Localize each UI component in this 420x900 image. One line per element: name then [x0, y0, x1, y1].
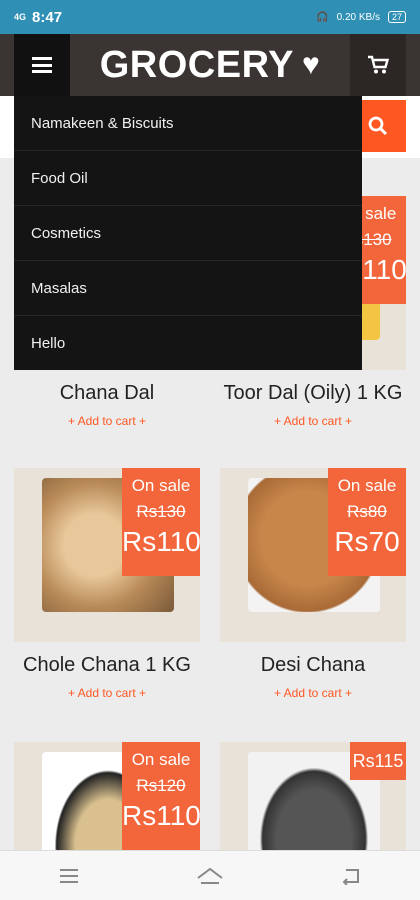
- back-icon[interactable]: [340, 867, 362, 885]
- add-to-cart-link[interactable]: + Add to cart +: [220, 686, 406, 700]
- sale-badge: On sale Rs80 Rs70: [328, 468, 406, 576]
- sale-label: On sale: [131, 476, 191, 495]
- menu-icon[interactable]: [58, 868, 80, 884]
- old-price: Rs130: [136, 502, 186, 521]
- new-price: Rs110: [122, 526, 200, 557]
- sale-label: On sale: [131, 750, 191, 769]
- sale-label: On sale: [337, 476, 397, 495]
- status-bar: 4G 8:47 🎧 0.20 KB/s 27: [0, 0, 420, 34]
- add-to-cart-link[interactable]: + Add to cart +: [220, 414, 406, 428]
- hamburger-icon: [32, 57, 52, 73]
- product-name[interactable]: Chole Chana 1 KG: [4, 654, 210, 677]
- network-indicator: 4G: [14, 12, 27, 22]
- category-menu: Namakeen & Biscuits Food Oil Cosmetics M…: [14, 96, 362, 370]
- product-image[interactable]: On sale Rs80 Rs70: [220, 468, 406, 642]
- status-time: 8:47: [32, 8, 63, 26]
- old-price: Rs120: [136, 776, 186, 795]
- sale-badge: On sale Rs130 Rs110: [122, 468, 200, 576]
- add-to-cart-link[interactable]: + Add to cart +: [14, 414, 200, 428]
- cart-button[interactable]: [350, 34, 406, 96]
- menu-item-cosmetics[interactable]: Cosmetics: [14, 206, 362, 261]
- product-image[interactable]: On sale Rs130 Rs110: [14, 468, 200, 642]
- sale-badge: On sale Rs120 Rs110: [122, 742, 200, 850]
- menu-item-masalas[interactable]: Masalas: [14, 261, 362, 316]
- new-price: Rs110: [122, 800, 200, 831]
- battery-indicator: 27: [387, 11, 406, 23]
- home-icon[interactable]: [196, 866, 224, 886]
- data-speed: 0.20 KB/s: [336, 11, 380, 23]
- product-name[interactable]: Toor Dal (Oily) 1 KG: [210, 382, 416, 405]
- menu-button[interactable]: [14, 34, 70, 96]
- cart-icon: [368, 55, 389, 74]
- search-icon: [368, 116, 388, 136]
- heart-icon: ♥: [301, 48, 321, 81]
- menu-item-hello[interactable]: Hello: [14, 316, 362, 371]
- app-title[interactable]: GROCERY ♥: [70, 34, 350, 96]
- menu-item-food-oil[interactable]: Food Oil: [14, 151, 362, 206]
- app-header: GROCERY ♥: [0, 34, 420, 96]
- new-price: Rs70: [334, 526, 400, 557]
- headphone-icon: 🎧: [316, 11, 329, 23]
- app-title-text: GROCERY: [99, 43, 294, 86]
- product-name[interactable]: Chana Dal: [4, 382, 210, 405]
- product-name[interactable]: Desi Chana: [210, 654, 416, 677]
- old-price: Rs80: [347, 502, 387, 521]
- menu-item-namakeen-biscuits[interactable]: Namakeen & Biscuits: [14, 96, 362, 151]
- add-to-cart-link[interactable]: + Add to cart +: [14, 686, 200, 700]
- system-nav-bar: [0, 850, 420, 900]
- price-badge: Rs115: [350, 742, 406, 780]
